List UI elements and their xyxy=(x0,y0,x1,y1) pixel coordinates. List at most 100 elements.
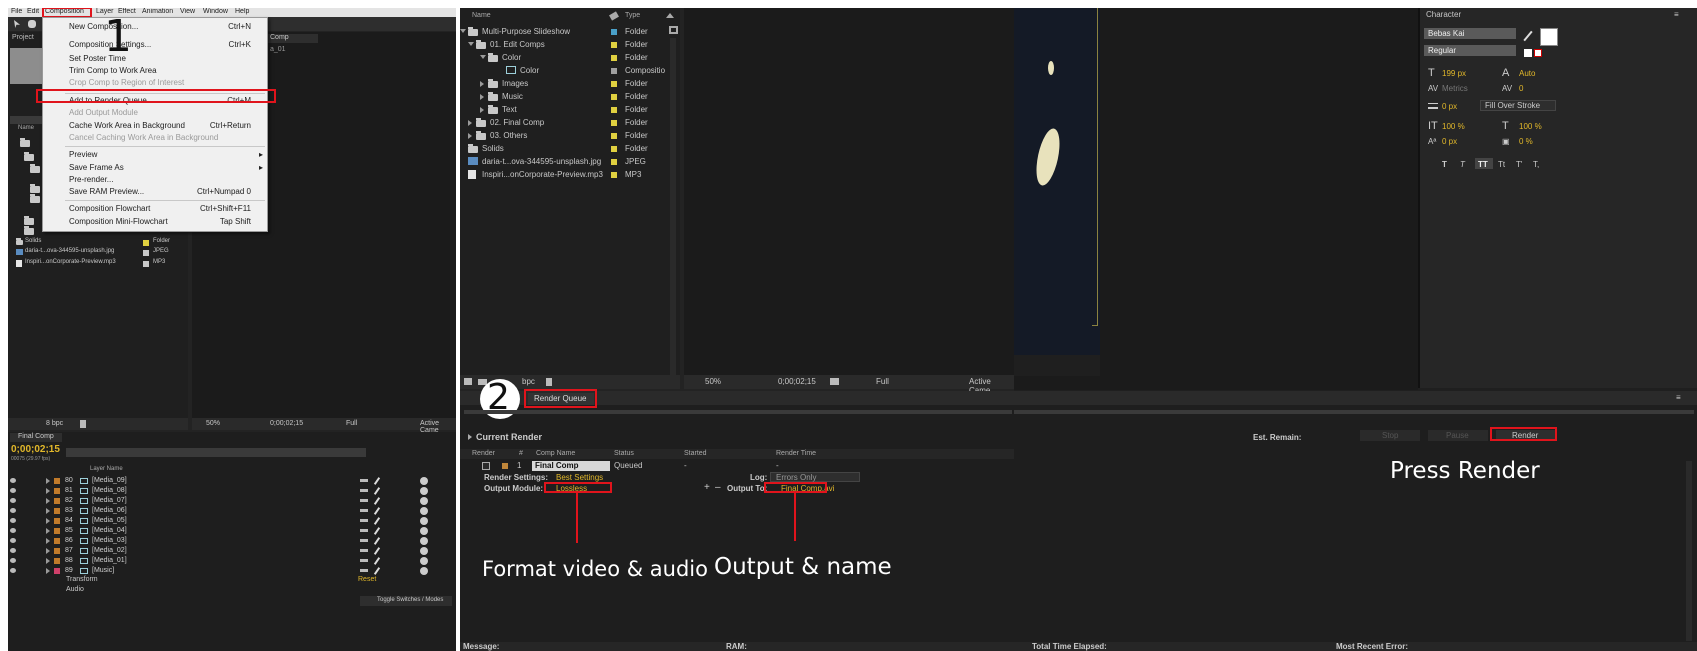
resolution-dropdown[interactable]: Full xyxy=(876,377,889,386)
menu-file[interactable]: File xyxy=(11,8,22,15)
render-queue-scrollbar[interactable] xyxy=(1686,461,1692,641)
project-tree-row[interactable]: Color Compositio xyxy=(460,64,670,77)
timeline-timecode[interactable]: 0;00;02;15 xyxy=(11,444,60,455)
superscript-button[interactable]: T' xyxy=(1516,160,1522,169)
small-caps-button[interactable]: Tt xyxy=(1498,160,1505,169)
shy-switch-icon[interactable] xyxy=(360,549,368,552)
no-stroke-swatch[interactable] xyxy=(1534,49,1542,57)
layer-row[interactable]: 82 [Media_07] xyxy=(8,496,453,506)
project-row-mp3[interactable]: Inspiri...onCorporate-Preview.mp3 MP3 xyxy=(8,259,188,269)
fill-color-swatch[interactable] xyxy=(1540,28,1558,46)
shy-switch-icon[interactable] xyxy=(360,539,368,542)
expand-arrow-right-icon[interactable] xyxy=(46,538,50,544)
eye-icon[interactable] xyxy=(10,498,16,503)
queue-item-row[interactable]: 1 Final Comp Queued - - xyxy=(460,461,1014,471)
parent-pickwhip-icon[interactable] xyxy=(420,517,428,525)
project-scrollbar[interactable] xyxy=(670,38,676,378)
resolution-dropdown[interactable]: Full xyxy=(346,420,357,427)
parent-pickwhip-icon[interactable] xyxy=(420,487,428,495)
expand-arrow-right-icon[interactable] xyxy=(46,568,50,574)
menu-item-preview[interactable]: Preview xyxy=(69,150,97,159)
quality-switch-icon[interactable] xyxy=(373,477,381,485)
stroke-width-value[interactable]: 0 px xyxy=(1442,102,1457,111)
sort-arrow-icon[interactable] xyxy=(666,13,674,18)
menu-item-pre-render[interactable]: Pre-render... xyxy=(69,175,113,184)
shy-switch-icon[interactable] xyxy=(360,509,368,512)
bpc-indicator[interactable]: bpc xyxy=(522,377,535,386)
horizontal-scale-value[interactable]: 100 % xyxy=(1519,122,1542,131)
bpc-indicator[interactable]: 8 bpc xyxy=(46,420,63,427)
shy-switch-icon[interactable] xyxy=(360,519,368,522)
menu-item-save-ram-preview[interactable]: Save RAM Preview... xyxy=(69,187,144,196)
speaker-icon[interactable] xyxy=(10,568,16,573)
zoom-dropdown[interactable]: 50% xyxy=(705,377,721,386)
timeline-search-field[interactable] xyxy=(66,448,366,457)
quality-switch-icon[interactable] xyxy=(373,497,381,505)
trash-icon[interactable] xyxy=(80,420,86,428)
layer-row[interactable]: 85 [Media_04] xyxy=(8,526,453,536)
eye-icon[interactable] xyxy=(10,508,16,513)
layer-row[interactable]: 89 [Music] xyxy=(8,566,453,576)
project-tab[interactable]: Project xyxy=(12,34,34,41)
project-tree-row[interactable]: Music Folder xyxy=(460,90,670,103)
quality-switch-icon[interactable] xyxy=(373,547,381,555)
shy-switch-icon[interactable] xyxy=(360,489,368,492)
eye-icon[interactable] xyxy=(10,538,16,543)
expand-arrow-icon[interactable] xyxy=(468,434,472,440)
parent-pickwhip-icon[interactable] xyxy=(420,507,428,515)
layer-row[interactable]: 80 [Media_09] xyxy=(8,476,453,486)
expand-arrow-right-icon[interactable] xyxy=(468,133,472,139)
parent-pickwhip-icon[interactable] xyxy=(420,527,428,535)
quality-switch-icon[interactable] xyxy=(373,567,381,575)
project-tree-row[interactable]: daria-t...ova-344595-unsplash.jpg JPEG xyxy=(460,155,670,168)
parent-pickwhip-icon[interactable] xyxy=(420,557,428,565)
shy-switch-icon[interactable] xyxy=(360,529,368,532)
layer-row[interactable]: 81 [Media_08] xyxy=(8,486,453,496)
expand-arrow-right-icon[interactable] xyxy=(46,498,50,504)
menu-animation[interactable]: Animation xyxy=(142,8,173,15)
parent-pickwhip-icon[interactable] xyxy=(420,547,428,555)
eye-icon[interactable] xyxy=(10,518,16,523)
project-tree-row[interactable]: Multi-Purpose Slideshow Folder xyxy=(460,25,670,38)
project-tree-row[interactable]: Solids Folder xyxy=(460,142,670,155)
parent-pickwhip-icon[interactable] xyxy=(420,537,428,545)
expand-arrow-down-icon[interactable] xyxy=(468,42,474,46)
layer-row[interactable]: 84 [Media_05] xyxy=(8,516,453,526)
layer-row[interactable]: 86 [Media_03] xyxy=(8,536,453,546)
render-checkbox[interactable] xyxy=(482,462,490,470)
audio-row[interactable]: Audio xyxy=(66,586,84,593)
add-output-module-icon[interactable]: + xyxy=(704,482,710,493)
eye-icon[interactable] xyxy=(10,528,16,533)
expand-arrow-right-icon[interactable] xyxy=(468,120,472,126)
shy-switch-icon[interactable] xyxy=(360,499,368,502)
parent-pickwhip-icon[interactable] xyxy=(420,497,428,505)
panel-menu-icon[interactable]: ≡ xyxy=(1674,10,1679,19)
tsume-value[interactable]: 0 % xyxy=(1519,137,1533,146)
faux-italic-button[interactable]: T xyxy=(1460,160,1465,169)
menu-edit[interactable]: Edit xyxy=(27,8,39,15)
expand-arrow-right-icon[interactable] xyxy=(480,94,484,100)
zoom-dropdown[interactable]: 50% xyxy=(206,420,220,427)
render-queue-menu-icon[interactable]: ≡ xyxy=(1676,393,1681,402)
expand-arrow-right-icon[interactable] xyxy=(480,107,484,113)
expand-arrow-down-icon[interactable] xyxy=(480,55,486,59)
project-tree-row[interactable]: Color Folder xyxy=(460,51,670,64)
menu-item-mini-flowchart[interactable]: Composition Mini-Flowchart xyxy=(69,217,168,226)
interpret-footage-icon[interactable] xyxy=(464,378,472,385)
shy-switch-icon[interactable] xyxy=(360,569,368,572)
project-row-jpg[interactable]: daria-t...ova-344595-unsplash.jpg JPEG xyxy=(8,248,188,258)
kerning-value[interactable]: Metrics xyxy=(1442,84,1468,93)
vertical-scale-value[interactable]: 100 % xyxy=(1442,122,1465,131)
hand-tool-icon[interactable] xyxy=(28,20,36,28)
menu-item-composition-flowchart[interactable]: Composition Flowchart xyxy=(69,204,150,213)
expand-arrow-right-icon[interactable] xyxy=(46,518,50,524)
eye-icon[interactable] xyxy=(10,478,16,483)
menu-window[interactable]: Window xyxy=(203,8,228,15)
eye-icon[interactable] xyxy=(10,548,16,553)
character-tab[interactable]: Character xyxy=(1426,10,1461,19)
menu-help[interactable]: Help xyxy=(235,8,249,15)
project-row-solids[interactable]: Solids Folder xyxy=(8,238,188,248)
expand-arrow-right-icon[interactable] xyxy=(46,558,50,564)
transform-row[interactable]: Transform xyxy=(66,576,98,583)
current-render-header[interactable]: Current Render xyxy=(476,432,542,442)
